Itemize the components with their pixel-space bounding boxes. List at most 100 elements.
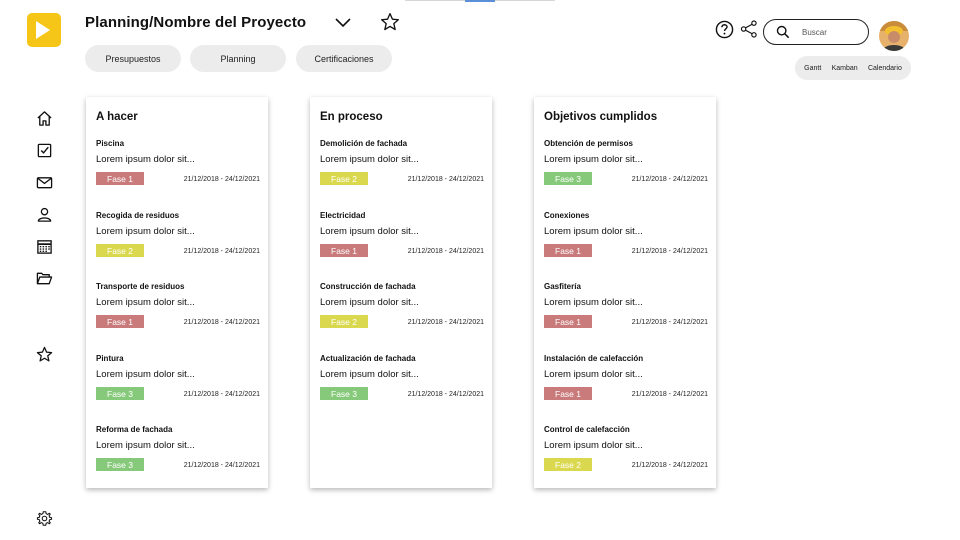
page-title: Planning/Nombre del Proyecto — [85, 14, 307, 31]
mail-icon[interactable] — [36, 174, 53, 191]
tab-certificaciones[interactable]: Certificaciones — [296, 45, 392, 72]
task-card[interactable]: Transporte de residuos Lorem ipsum dolor … — [96, 282, 260, 342]
phase-badge: Fase 3 — [96, 387, 144, 400]
task-title: Construcción de fachada — [320, 282, 416, 291]
task-description: Lorem ipsum dolor sit... — [96, 226, 195, 237]
task-title: Conexiones — [544, 211, 590, 220]
task-description: Lorem ipsum dolor sit... — [96, 440, 195, 451]
task-card[interactable]: Actualización de fachada Lorem ipsum dolo… — [320, 354, 484, 414]
column-title: En proceso — [320, 111, 383, 123]
task-title: Piscina — [96, 139, 125, 148]
search-icon — [776, 25, 790, 39]
task-card[interactable]: Reforma de fachada Lorem ipsum dolor sit.… — [96, 425, 260, 485]
phase-badge: Fase 1 — [320, 244, 368, 257]
task-card[interactable]: Demolición de fachada Lorem ipsum dolor s… — [320, 139, 484, 199]
phase-badge: Fase 3 — [96, 458, 144, 471]
task-card[interactable]: Gasfitería Lorem ipsum dolor sit... Fase 1… — [544, 282, 708, 342]
task-description: Lorem ipsum dolor sit... — [544, 369, 643, 380]
phase-badge: Fase 2 — [320, 172, 368, 185]
phase-badge: Fase 3 — [544, 172, 592, 185]
star-icon[interactable] — [36, 346, 53, 363]
task-title: Pintura — [96, 354, 124, 363]
task-description: Lorem ipsum dolor sit... — [96, 369, 195, 380]
task-dates: 21/12/2018 - 24/12/2021 — [183, 319, 260, 326]
task-title: Demolición de fachada — [320, 139, 408, 148]
task-dates: 21/12/2018 - 24/12/2021 — [183, 462, 260, 469]
phase-badge: Fase 1 — [544, 315, 592, 328]
gear-icon[interactable] — [36, 510, 53, 527]
phase-badge: Fase 3 — [320, 387, 368, 400]
phase-badge: Fase 1 — [96, 315, 144, 328]
task-card[interactable]: Instalación de calefacción Lorem ipsum do… — [544, 354, 708, 414]
task-title: Electricidad — [320, 211, 366, 220]
checklist-icon[interactable] — [36, 142, 53, 159]
top-progress-segment — [465, 0, 495, 2]
task-card[interactable]: Control de calefacción Lorem ipsum dolor … — [544, 425, 708, 485]
phase-badge: Fase 2 — [96, 244, 144, 257]
task-title: Obtención de permisos — [544, 139, 633, 148]
task-dates: 21/12/2018 - 24/12/2021 — [407, 248, 484, 255]
kanban-column: Objetivos cumplidos Obtención de permisos… — [534, 97, 716, 488]
kanban-column: En proceso Demolición de fachada Lorem ips… — [310, 97, 492, 488]
star-icon[interactable] — [380, 12, 400, 32]
task-card[interactable]: Obtención de permisos Lorem ipsum dolor s… — [544, 139, 708, 199]
task-card[interactable]: Pintura Lorem ipsum dolor sit... Fase 3 21/… — [96, 354, 260, 414]
phase-badge: Fase 1 — [544, 387, 592, 400]
task-dates: 21/12/2018 - 24/12/2021 — [183, 176, 260, 183]
task-description: Lorem ipsum dolor sit... — [320, 154, 419, 165]
task-card[interactable]: Electricidad Lorem ipsum dolor sit... Fase… — [320, 211, 484, 271]
task-description: Lorem ipsum dolor sit... — [544, 440, 643, 451]
home-icon[interactable] — [36, 110, 53, 127]
user-icon[interactable] — [36, 206, 53, 223]
view-switcher: Gantt Kamban Calendario — [795, 56, 911, 80]
chevron-down-icon[interactable] — [334, 14, 352, 32]
task-dates: 21/12/2018 - 24/12/2021 — [407, 391, 484, 398]
task-description: Lorem ipsum dolor sit... — [320, 297, 419, 308]
task-title: Instalación de calefacción — [544, 354, 644, 363]
task-dates: 21/12/2018 - 24/12/2021 — [631, 391, 708, 398]
task-title: Control de calefacción — [544, 425, 630, 434]
search-box[interactable] — [763, 19, 869, 45]
task-description: Lorem ipsum dolor sit... — [96, 154, 195, 165]
search-input[interactable] — [802, 27, 862, 37]
task-description: Lorem ipsum dolor sit... — [544, 226, 643, 237]
task-title: Reforma de fachada — [96, 425, 173, 434]
task-dates: 21/12/2018 - 24/12/2021 — [183, 248, 260, 255]
view-calendario[interactable]: Calendario — [868, 65, 902, 72]
phase-badge: Fase 2 — [544, 458, 592, 471]
task-description: Lorem ipsum dolor sit... — [320, 226, 419, 237]
share-icon[interactable] — [740, 20, 758, 38]
task-card[interactable]: Recogida de residuos Lorem ipsum dolor si… — [96, 211, 260, 271]
phase-badge: Fase 2 — [320, 315, 368, 328]
task-card[interactable]: Piscina Lorem ipsum dolor sit... Fase 1 21/… — [96, 139, 260, 199]
task-card[interactable]: Conexiones Lorem ipsum dolor sit... Fase 1… — [544, 211, 708, 271]
view-kamban[interactable]: Kamban — [832, 65, 858, 72]
view-gantt[interactable]: Gantt — [804, 65, 821, 72]
help-icon[interactable] — [715, 20, 734, 39]
task-card[interactable]: Construcción de fachada Lorem ipsum dolor… — [320, 282, 484, 342]
column-title: A hacer — [96, 111, 138, 123]
task-dates: 21/12/2018 - 24/12/2021 — [631, 319, 708, 326]
task-title: Transporte de residuos — [96, 282, 185, 291]
calendar-icon[interactable] — [36, 238, 53, 255]
tab-presupuestos[interactable]: Presupuestos — [85, 45, 181, 72]
task-dates: 21/12/2018 - 24/12/2021 — [407, 176, 484, 183]
kanban-column: A hacer Piscina Lorem ipsum dolor sit... Fa… — [86, 97, 268, 488]
task-title: Gasfitería — [544, 282, 581, 291]
task-title: Recogida de residuos — [96, 211, 180, 220]
tab-planning[interactable]: Planning — [190, 45, 286, 72]
task-dates: 21/12/2018 - 24/12/2021 — [631, 462, 708, 469]
task-description: Lorem ipsum dolor sit... — [544, 154, 643, 165]
task-description: Lorem ipsum dolor sit... — [320, 369, 419, 380]
task-dates: 21/12/2018 - 24/12/2021 — [183, 391, 260, 398]
phase-badge: Fase 1 — [544, 244, 592, 257]
avatar[interactable] — [879, 21, 909, 51]
phase-badge: Fase 1 — [96, 172, 144, 185]
folder-icon[interactable] — [36, 270, 53, 287]
task-title: Actualización de fachada — [320, 354, 416, 363]
task-description: Lorem ipsum dolor sit... — [544, 297, 643, 308]
task-dates: 21/12/2018 - 24/12/2021 — [407, 319, 484, 326]
logo-icon[interactable] — [27, 13, 61, 47]
task-dates: 21/12/2018 - 24/12/2021 — [631, 248, 708, 255]
top-progress-line — [405, 0, 555, 2]
